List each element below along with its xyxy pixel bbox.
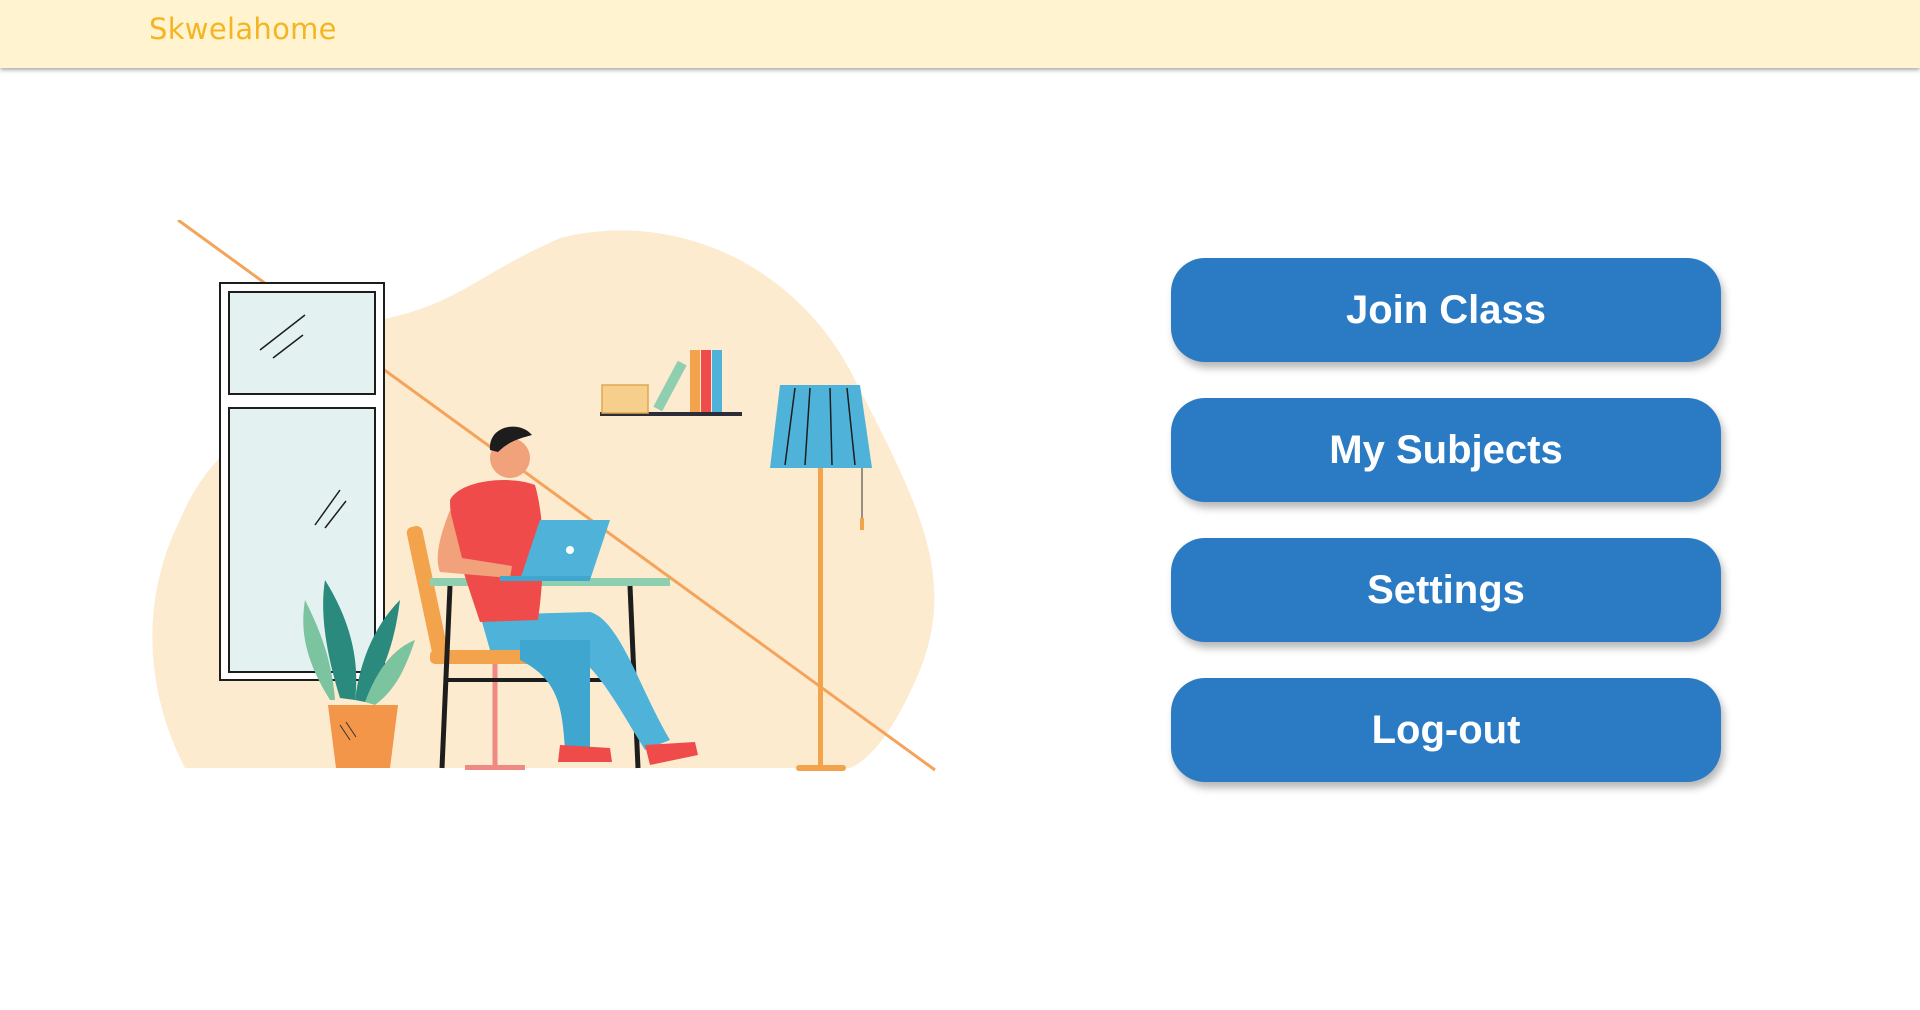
- top-bar: Skwelahome: [0, 0, 1920, 68]
- join-class-button[interactable]: Join Class: [1171, 258, 1721, 362]
- person-studying-icon: [152, 218, 936, 772]
- brand-logo[interactable]: Skwelahome: [149, 12, 337, 46]
- study-illustration: [150, 218, 990, 780]
- my-subjects-button[interactable]: My Subjects: [1171, 398, 1721, 502]
- settings-button[interactable]: Settings: [1171, 538, 1721, 642]
- main-menu: Join Class My Subjects Settings Log-out: [1171, 258, 1721, 818]
- logout-button[interactable]: Log-out: [1171, 678, 1721, 782]
